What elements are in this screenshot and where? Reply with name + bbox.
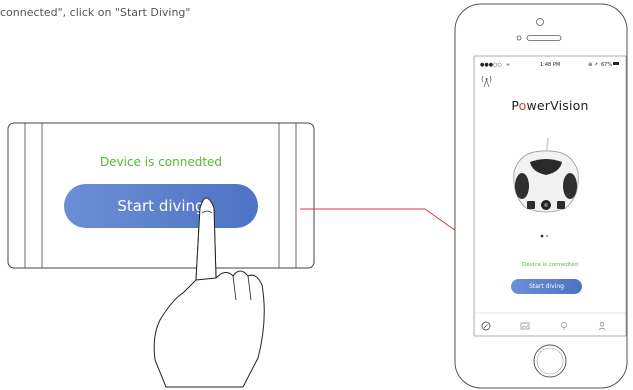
- phone-status-bar: ●●●○○ ≈ 1:48 PM ⊕ ↗ 67%: [480, 61, 620, 71]
- compass-icon: [481, 321, 491, 331]
- battery-level: 67%: [601, 62, 613, 68]
- tab-compass[interactable]: [471, 318, 501, 334]
- carrier-signal: ●●●○○: [480, 62, 502, 68]
- status-time: 1:48 PM: [540, 62, 561, 68]
- phone-device-status: Device is connedted: [522, 262, 578, 268]
- location-icon: ⊕ ↗: [588, 62, 598, 68]
- battery-icon: [613, 62, 619, 65]
- tab-bulb[interactable]: [549, 318, 579, 334]
- tab-gallery[interactable]: [510, 318, 540, 334]
- person-icon: [598, 322, 606, 331]
- tab-profile[interactable]: [587, 318, 617, 334]
- phone-start-diving-button[interactable]: Start diving: [511, 279, 582, 294]
- bulb-icon: [561, 322, 567, 330]
- brand-logo: PowerVision: [511, 98, 589, 113]
- wifi-icon: ≈: [506, 62, 511, 68]
- gallery-icon: [520, 322, 530, 330]
